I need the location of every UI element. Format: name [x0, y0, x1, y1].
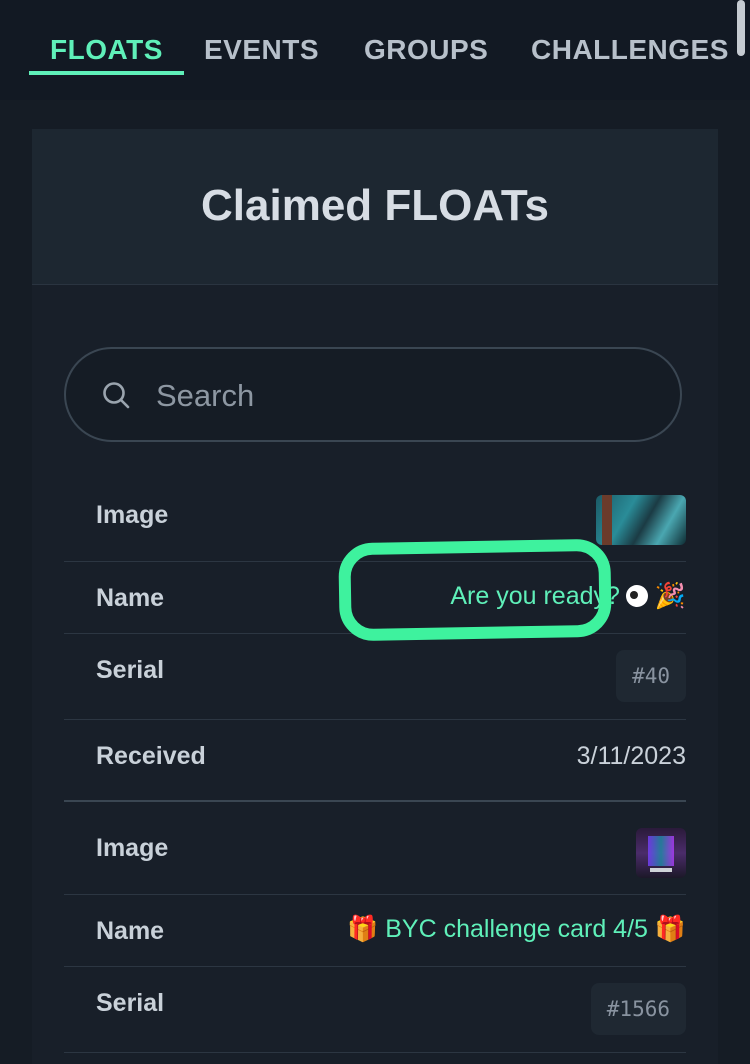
- row-label: Image: [96, 834, 169, 862]
- card-header: Claimed FLOATs: [32, 129, 718, 285]
- received-date: 3/11/2023: [576, 742, 686, 770]
- float-thumbnail[interactable]: [596, 495, 686, 545]
- page-title: Claimed FLOATs: [201, 181, 549, 230]
- top-nav: FLOATS EVENTS GROUPS CHALLENGES: [0, 0, 750, 100]
- row-label: Serial: [96, 989, 165, 1017]
- claimed-floats-card: Claimed FLOATs Image Name Are you ready?…: [32, 129, 718, 1064]
- search-box[interactable]: [64, 347, 682, 442]
- float-row-image: Image: [64, 489, 686, 561]
- tab-floats[interactable]: FLOATS: [50, 34, 163, 66]
- active-tab-indicator: [29, 71, 184, 75]
- float-name-link[interactable]: 🎁 BYC challenge card 4/5 🎁: [347, 915, 686, 944]
- search-icon: [103, 382, 130, 409]
- row-label: Serial: [96, 656, 165, 684]
- scrollbar[interactable]: [737, 0, 745, 56]
- party-popper-icon: 🎉: [654, 582, 686, 610]
- float-thumbnail[interactable]: [636, 828, 686, 878]
- tab-events[interactable]: EVENTS: [204, 34, 319, 66]
- float-row-serial: Serial #40: [64, 634, 686, 720]
- float-row-name: Name Are you ready? 🎉: [64, 562, 686, 634]
- tab-groups[interactable]: GROUPS: [364, 34, 488, 66]
- tab-challenges[interactable]: CHALLENGES: [531, 34, 729, 66]
- eyes-emoji-icon: [625, 585, 648, 607]
- float-row-serial: Serial #1566: [64, 967, 686, 1053]
- serial-badge: #1566: [590, 983, 686, 1035]
- row-label: Name: [96, 917, 165, 945]
- row-label: Name: [96, 584, 165, 612]
- float-row-image: Image: [64, 802, 686, 894]
- search-input[interactable]: [154, 375, 638, 417]
- row-label: Image: [96, 501, 169, 529]
- float-name-text: Are you ready?: [450, 582, 620, 610]
- float-row-received: Received 3/11/2023: [64, 720, 686, 800]
- divider: [64, 1052, 686, 1053]
- row-label: Received: [96, 742, 206, 770]
- float-name-link[interactable]: Are you ready? 🎉: [450, 582, 686, 611]
- float-row-name: Name 🎁 BYC challenge card 4/5 🎁: [64, 895, 686, 967]
- serial-badge: #40: [616, 650, 686, 702]
